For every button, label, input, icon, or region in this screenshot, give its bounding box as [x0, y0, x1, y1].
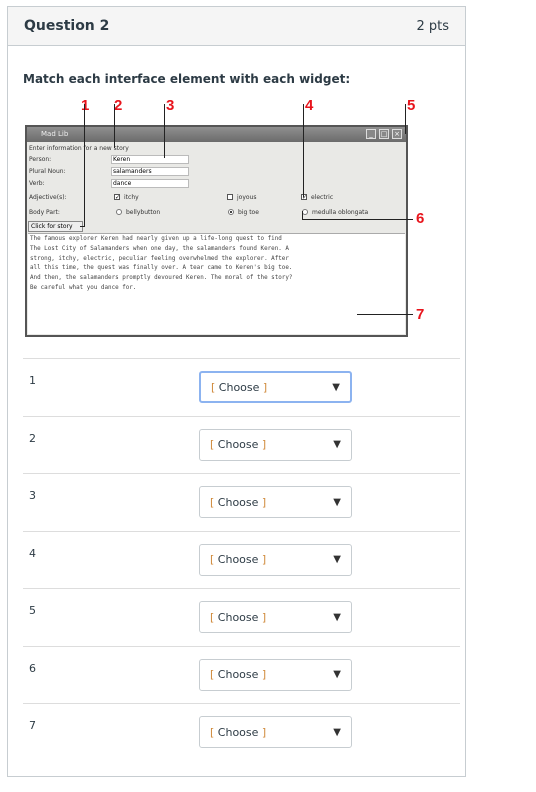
- callout-3: 3: [166, 97, 175, 114]
- bracket-close: ]: [261, 495, 267, 509]
- dropdown-arrow-icon: ▼: [333, 439, 341, 450]
- bracket-close: ]: [261, 725, 267, 739]
- electric-checkbox: ✓: [301, 194, 308, 201]
- bracket-close: ]: [261, 610, 267, 624]
- bellybutton-label: bellybutton: [126, 209, 161, 216]
- question-title: Question 2: [24, 18, 110, 34]
- match-row-label: 6: [29, 661, 36, 675]
- medulla-label: medulla oblongata: [312, 209, 369, 216]
- match-row-label: 5: [29, 604, 36, 617]
- select-value: [ Choose ]: [211, 381, 267, 394]
- body-label: Body Part:: [29, 209, 60, 216]
- callout-line-3: [164, 104, 165, 158]
- callout-6: 6: [416, 210, 425, 227]
- row-divider: [23, 473, 460, 474]
- match-row-label: 3: [29, 489, 36, 502]
- choose-text: Choose: [214, 668, 262, 681]
- match-select-3[interactable]: [ Choose ] ▼: [199, 486, 352, 518]
- dropdown-arrow-icon: ▼: [333, 726, 341, 738]
- maximize-icon: □: [379, 129, 389, 139]
- question-prompt: Match each interface element with each w…: [23, 72, 351, 86]
- minimize-icon: _: [366, 129, 376, 139]
- select-value: [ Choose ]: [210, 496, 266, 509]
- person-label: Person:: [29, 156, 52, 163]
- dropdown-arrow-icon: ▼: [333, 611, 341, 623]
- bellybutton-radio: [116, 209, 122, 215]
- adjective-label: Adjective(s):: [29, 194, 67, 201]
- plural-label: Plural Noun:: [29, 168, 66, 175]
- row-divider: [23, 358, 460, 359]
- big-toe-label: big toe: [238, 209, 259, 216]
- dropdown-arrow-icon: ▼: [332, 381, 340, 393]
- select-value: [ Choose ]: [210, 553, 266, 566]
- callout-2: 2: [114, 97, 123, 114]
- callout-line-2: [114, 104, 115, 148]
- choose-text: Choose: [215, 380, 263, 394]
- bracket-close: ]: [261, 553, 267, 566]
- row-divider: [23, 703, 460, 704]
- callout-line-6a: [302, 211, 303, 219]
- callout-5: 5: [407, 97, 416, 114]
- select-value: [ Choose ]: [210, 726, 266, 739]
- question-points: 2 pts: [416, 18, 449, 34]
- madlib-window: Mad Lib _ □ × Enter information for a ne…: [25, 125, 408, 337]
- match-select-4[interactable]: [ Choose ] ▼: [199, 543, 352, 576]
- dropdown-arrow-icon: ▼: [333, 554, 341, 565]
- verb-label: Verb:: [29, 180, 45, 187]
- choose-text: Choose: [214, 438, 262, 451]
- match-row-label: 7: [29, 719, 36, 732]
- dropdown-arrow-icon: ▼: [333, 669, 341, 680]
- bracket-close: ]: [261, 438, 267, 451]
- select-value: [ Choose ]: [210, 611, 266, 624]
- choose-text: Choose: [214, 725, 262, 739]
- match-select-1[interactable]: [ Choose ] ▼: [199, 371, 352, 403]
- match-select-2[interactable]: [ Choose ] ▼: [199, 428, 352, 461]
- verb-field: dance: [111, 179, 189, 188]
- story-button: Click for story: [28, 221, 83, 232]
- callout-line-6: [302, 219, 413, 220]
- callout-line-7: [357, 314, 413, 315]
- itchy-checkbox: ✓: [114, 194, 121, 201]
- match-row-label: 1: [29, 374, 36, 387]
- row-divider: [23, 415, 460, 417]
- choose-text: Choose: [214, 610, 262, 624]
- row-divider: [23, 530, 460, 532]
- itchy-label: itchy: [124, 194, 139, 201]
- big-toe-radio: [228, 209, 234, 215]
- dropdown-arrow-icon: ▼: [333, 496, 341, 508]
- match-row-label: 2: [29, 431, 36, 445]
- row-divider: [23, 645, 460, 647]
- callout-line-1: [84, 104, 85, 227]
- match-row-label: 4: [29, 546, 36, 560]
- joyous-checkbox: [227, 194, 233, 200]
- select-value: [ Choose ]: [210, 668, 266, 681]
- electric-label: electric: [311, 194, 334, 201]
- bracket-close: ]: [261, 668, 267, 681]
- callout-line-1b: [80, 226, 85, 227]
- callout-1: 1: [81, 97, 90, 114]
- row-divider: [23, 588, 460, 589]
- close-icon: ×: [392, 129, 402, 139]
- callout-line-4: [303, 104, 304, 197]
- joyous-label: joyous: [237, 194, 257, 201]
- person-field: Keren: [111, 155, 189, 164]
- story-text-area: The famous explorer Keren had nearly giv…: [28, 233, 405, 334]
- match-select-5[interactable]: [ Choose ] ▼: [199, 601, 352, 633]
- callout-7: 7: [416, 306, 425, 323]
- select-value: [ Choose ]: [210, 438, 266, 451]
- choose-text: Choose: [214, 553, 262, 566]
- callout-line-5: [405, 104, 406, 134]
- question-header: Question 2 2 pts: [8, 7, 465, 46]
- match-select-7[interactable]: [ Choose ] ▼: [199, 716, 352, 748]
- match-select-6[interactable]: [ Choose ] ▼: [199, 658, 352, 691]
- plural-field: salamanders: [111, 167, 189, 176]
- choose-text: Choose: [214, 495, 262, 509]
- callout-4: 4: [305, 97, 314, 114]
- bracket-close: ]: [262, 380, 268, 394]
